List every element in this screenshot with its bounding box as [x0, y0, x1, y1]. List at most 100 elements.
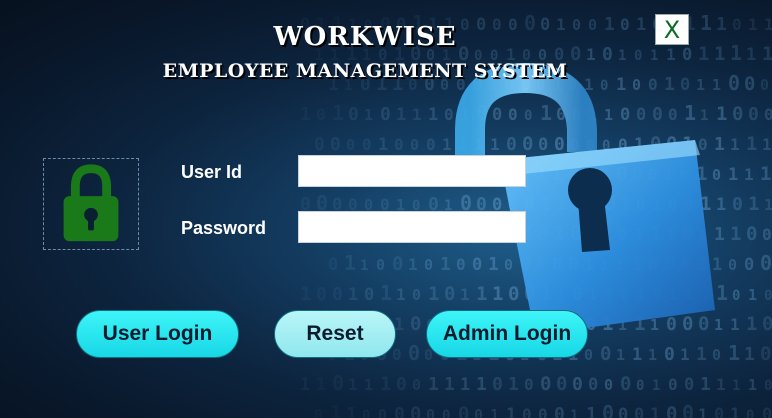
svg-text:0: 0 — [394, 404, 405, 418]
svg-text:0: 0 — [410, 403, 421, 418]
svg-text:1: 1 — [762, 43, 772, 65]
svg-text:0: 0 — [714, 405, 724, 418]
user-id-input[interactable] — [298, 155, 526, 187]
svg-text:0: 0 — [330, 134, 341, 155]
svg-text:1: 1 — [730, 41, 742, 65]
password-input[interactable] — [298, 211, 526, 243]
svg-text:1: 1 — [300, 283, 311, 305]
svg-text:0: 0 — [764, 288, 772, 304]
svg-text:1: 1 — [444, 374, 455, 395]
svg-text:1: 1 — [460, 375, 470, 395]
svg-text:0: 0 — [732, 288, 740, 304]
svg-text:1: 1 — [730, 135, 740, 154]
svg-text:1: 1 — [700, 374, 711, 395]
svg-text:1: 1 — [732, 378, 740, 394]
svg-text:1: 1 — [300, 375, 310, 395]
svg-text:0: 0 — [376, 256, 385, 274]
svg-text:0: 0 — [426, 406, 435, 418]
svg-text:0: 0 — [346, 136, 355, 154]
svg-text:1: 1 — [506, 405, 516, 418]
svg-text:0: 0 — [668, 375, 678, 394]
svg-text:0: 0 — [332, 284, 343, 305]
svg-text:0: 0 — [762, 405, 772, 418]
svg-text:1: 1 — [360, 258, 368, 274]
svg-text:0: 0 — [556, 373, 567, 395]
svg-text:1: 1 — [748, 193, 759, 215]
login-window: 0111000111000000100101001110111111010010… — [0, 0, 772, 418]
svg-text:0: 0 — [408, 341, 420, 365]
svg-text:0: 0 — [732, 103, 743, 125]
admin-login-button[interactable]: Admin Login — [426, 310, 588, 358]
lock-image-frame — [43, 158, 139, 250]
svg-text:0: 0 — [618, 405, 628, 418]
svg-text:1: 1 — [300, 104, 311, 125]
svg-text:1: 1 — [746, 133, 757, 155]
svg-text:0: 0 — [474, 406, 483, 418]
svg-text:0: 0 — [378, 406, 387, 418]
svg-text:1: 1 — [764, 196, 772, 214]
svg-text:1: 1 — [348, 285, 358, 305]
svg-text:1: 1 — [744, 344, 755, 365]
svg-text:0: 0 — [620, 373, 631, 395]
svg-text:1: 1 — [380, 373, 391, 395]
close-icon: X — [663, 15, 681, 44]
svg-text:1: 1 — [344, 251, 356, 275]
svg-text:1: 1 — [730, 223, 741, 245]
svg-text:0: 0 — [458, 403, 469, 418]
svg-text:1: 1 — [570, 408, 578, 418]
svg-text:1: 1 — [348, 375, 358, 394]
svg-text:1: 1 — [428, 374, 439, 395]
svg-text:0: 0 — [760, 251, 772, 275]
svg-text:0: 0 — [364, 285, 374, 305]
svg-text:1: 1 — [316, 375, 326, 395]
svg-text:1: 1 — [764, 15, 772, 34]
svg-text:1: 1 — [650, 405, 660, 418]
svg-text:0: 0 — [412, 376, 421, 394]
svg-text:0: 0 — [314, 134, 325, 155]
svg-text:0: 0 — [540, 373, 551, 395]
svg-text:0: 0 — [732, 15, 742, 34]
user-id-label: User Id — [181, 162, 243, 182]
svg-text:0: 0 — [332, 371, 344, 395]
svg-text:0: 0 — [760, 343, 771, 365]
svg-text:0: 0 — [396, 374, 407, 395]
reset-button[interactable]: Reset — [274, 310, 396, 358]
svg-text:0: 0 — [634, 405, 644, 418]
svg-text:1: 1 — [346, 404, 357, 418]
svg-text:1: 1 — [490, 406, 499, 418]
close-button[interactable]: X — [655, 14, 689, 45]
svg-text:0: 0 — [362, 408, 370, 418]
app-title: WORKWISE — [273, 22, 457, 52]
svg-text:1: 1 — [364, 376, 373, 394]
svg-text:0: 0 — [666, 403, 677, 418]
svg-text:0: 0 — [762, 313, 772, 335]
svg-text:1: 1 — [332, 101, 344, 125]
svg-text:0: 0 — [522, 405, 532, 418]
svg-text:0: 0 — [604, 376, 613, 394]
svg-text:1: 1 — [586, 404, 597, 418]
svg-text:0: 0 — [588, 375, 598, 395]
svg-text:0: 0 — [682, 401, 694, 418]
svg-text:0: 0 — [442, 408, 450, 418]
app-subtitle: EMPLOYEE MANAGEMENT SYSTEM — [162, 60, 568, 82]
svg-text:1: 1 — [396, 105, 406, 125]
user-login-button[interactable]: User Login — [76, 310, 239, 358]
svg-text:0: 0 — [328, 255, 338, 275]
svg-text:1: 1 — [698, 405, 708, 418]
svg-text:0: 0 — [348, 104, 359, 125]
svg-text:1: 1 — [330, 401, 342, 418]
svg-text:1: 1 — [378, 135, 388, 155]
svg-text:1: 1 — [762, 135, 772, 154]
svg-text:1: 1 — [476, 374, 487, 395]
svg-text:0: 0 — [746, 223, 757, 245]
svg-text:1: 1 — [408, 255, 418, 274]
svg-text:0: 0 — [412, 286, 421, 304]
svg-text:0: 0 — [684, 375, 694, 395]
svg-text:1: 1 — [396, 285, 406, 304]
svg-text:0: 0 — [524, 375, 534, 394]
svg-text:0: 0 — [602, 401, 614, 418]
svg-text:0: 0 — [572, 374, 583, 395]
svg-text:0: 0 — [392, 345, 402, 364]
svg-text:0: 0 — [492, 374, 503, 395]
svg-text:1: 1 — [744, 165, 754, 184]
